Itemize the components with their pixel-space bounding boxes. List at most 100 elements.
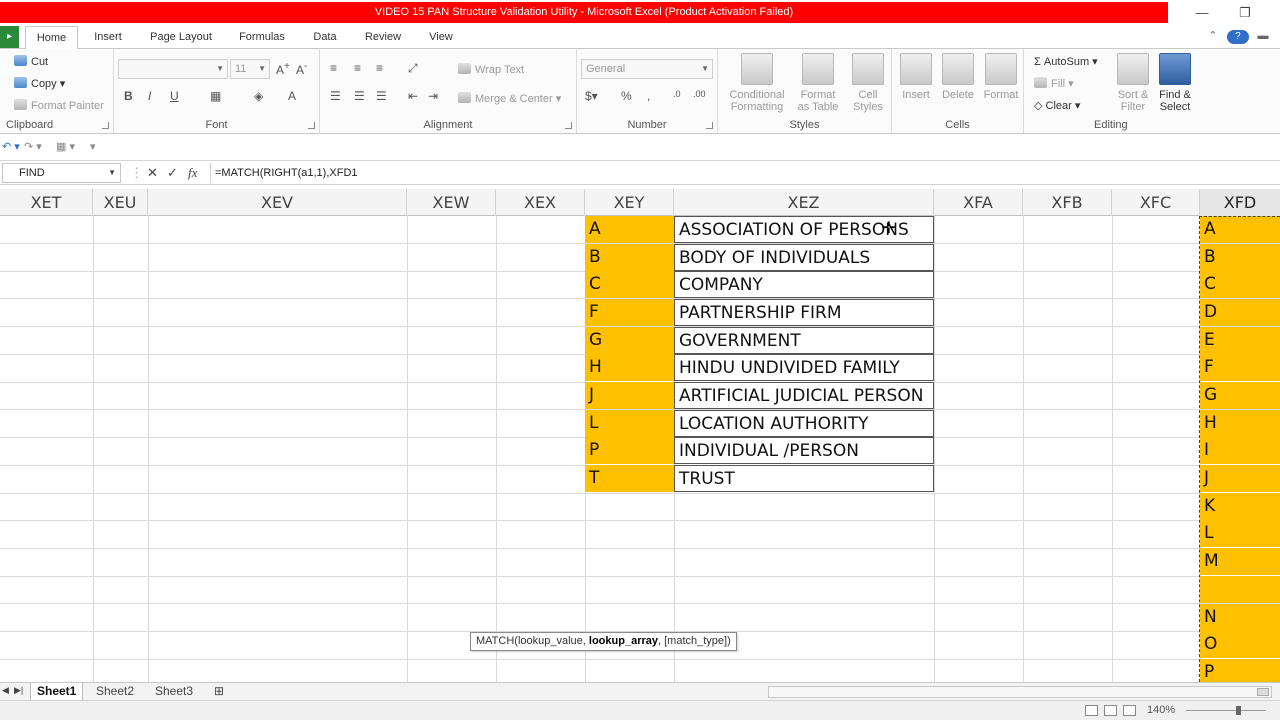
tab-file[interactable]: ▸ xyxy=(0,26,19,48)
column-header[interactable]: XEW xyxy=(407,189,496,216)
align-top-icon[interactable]: ≡ xyxy=(330,61,337,75)
pan-code-cell[interactable]: G xyxy=(585,327,674,354)
fill-button[interactable]: Fill ▾ xyxy=(1034,77,1074,90)
worksheet-grid[interactable]: A ASSOCIATION OF PERSONS B BODY OF INDIV… xyxy=(0,216,1280,682)
pan-desc-cell[interactable]: COMPANY xyxy=(674,271,934,298)
column-header[interactable]: XFB xyxy=(1023,189,1112,216)
pan-code-cell[interactable]: T xyxy=(585,465,674,492)
name-box[interactable]: FIND ▼ xyxy=(2,163,121,183)
number-launcher-icon[interactable] xyxy=(706,122,713,129)
sheet-tab-sheet2[interactable]: Sheet2 xyxy=(90,683,140,700)
customize-qat-icon[interactable]: ▾ xyxy=(90,140,96,153)
pan-code-cell[interactable]: H xyxy=(585,354,674,381)
find-select-button[interactable]: Find & Select xyxy=(1154,53,1196,113)
tab-view[interactable]: View xyxy=(419,26,463,48)
column-header[interactable]: XFA xyxy=(934,189,1023,216)
pan-code-cell[interactable]: C xyxy=(585,271,674,298)
tab-page-layout[interactable]: Page Layout xyxy=(141,26,221,48)
bold-button[interactable]: B xyxy=(124,89,133,103)
pan-desc-cell[interactable]: HINDU UNDIVIDED FAMILY xyxy=(674,354,934,381)
sheet-nav-prev-icon[interactable]: ◀ xyxy=(2,685,9,696)
align-right-icon[interactable]: ☰ xyxy=(376,89,387,103)
tooltip-current-arg[interactable]: lookup_array xyxy=(589,635,658,647)
font-launcher-icon[interactable] xyxy=(308,122,315,129)
column-header-selected[interactable]: XFD xyxy=(1200,189,1280,216)
align-left-icon[interactable]: ☰ xyxy=(330,89,341,103)
tab-formulas[interactable]: Formulas xyxy=(230,26,294,48)
column-header[interactable]: XEZ xyxy=(674,189,934,216)
format-painter-button[interactable]: Format Painter xyxy=(14,99,104,112)
zoom-level[interactable]: 140% xyxy=(1147,704,1175,716)
horizontal-scrollbar[interactable] xyxy=(768,686,1272,698)
pan-desc-cell[interactable]: PARTNERSHIP FIRM xyxy=(674,299,934,326)
tab-data[interactable]: Data xyxy=(305,26,345,48)
insert-cells-button[interactable]: Insert xyxy=(896,53,936,101)
tab-home[interactable]: Home xyxy=(25,26,78,49)
pan-code-cell[interactable]: P xyxy=(585,437,674,464)
formula-input[interactable]: =MATCH(RIGHT(a1,1),XFD1 xyxy=(210,163,1280,183)
sheet-nav-last-icon[interactable]: ▶| xyxy=(14,685,23,696)
cut-button[interactable]: Cut xyxy=(14,55,48,68)
minimize-button[interactable]: — xyxy=(1188,4,1216,22)
fill-color-icon[interactable]: ◈ xyxy=(254,89,263,103)
cell-styles-button[interactable]: Cell Styles xyxy=(846,53,890,113)
pan-code-cell[interactable]: F xyxy=(585,299,674,326)
minimize-ribbon-icon[interactable]: ⌃ xyxy=(1202,29,1224,42)
underline-button[interactable]: U xyxy=(170,89,179,103)
clipboard-launcher-icon[interactable] xyxy=(102,122,109,129)
increase-indent-icon[interactable]: ⇥ xyxy=(428,89,438,103)
format-cells-button[interactable]: Format xyxy=(980,53,1022,101)
percent-style-icon[interactable]: % xyxy=(621,89,632,103)
align-middle-icon[interactable]: ≡ xyxy=(354,61,361,75)
font-name-select[interactable]: ▼ xyxy=(118,59,228,79)
clear-button[interactable]: ◇ Clear ▾ xyxy=(1034,99,1080,112)
delete-cells-button[interactable]: Delete xyxy=(938,53,978,101)
pan-desc-cell[interactable]: GOVERNMENT xyxy=(674,327,934,354)
page-break-view-icon[interactable] xyxy=(1123,705,1136,716)
column-header[interactable]: XEY xyxy=(585,189,674,216)
scrollbar-thumb[interactable] xyxy=(1257,688,1269,696)
increase-decimal-icon[interactable]: .0 xyxy=(673,89,681,99)
close-workbook-icon[interactable]: ▬ xyxy=(1252,30,1274,42)
align-center-icon[interactable]: ☰ xyxy=(354,89,365,103)
redo-icon[interactable]: ↷ ▾ xyxy=(24,140,42,153)
borders-qat-icon[interactable]: ▦ ▾ xyxy=(56,140,75,153)
pan-code-cell[interactable]: A xyxy=(585,216,674,243)
insert-sheet-icon[interactable]: ⊞ xyxy=(208,683,230,700)
pan-desc-cell[interactable]: ARTIFICIAL JUDICIAL PERSON xyxy=(674,382,934,409)
italic-button[interactable]: I xyxy=(148,89,151,103)
align-bottom-icon[interactable]: ≡ xyxy=(376,61,383,75)
pan-desc-cell[interactable]: BODY OF INDIVIDUALS xyxy=(674,244,934,271)
sheet-tab-sheet1[interactable]: Sheet1 xyxy=(30,683,84,700)
decrease-indent-icon[interactable]: ⇤ xyxy=(408,89,418,103)
comma-style-icon[interactable]: , xyxy=(647,89,650,103)
pan-desc-cell[interactable]: TRUST xyxy=(674,465,934,492)
page-layout-view-icon[interactable] xyxy=(1104,705,1117,716)
font-color-icon[interactable]: A xyxy=(288,89,296,103)
tab-review[interactable]: Review xyxy=(356,26,410,48)
copy-button[interactable]: Copy ▾ xyxy=(14,77,65,90)
pan-desc-cell[interactable]: LOCATION AUTHORITY xyxy=(674,410,934,437)
restore-button[interactable]: ❐ xyxy=(1231,4,1259,22)
zoom-slider[interactable] xyxy=(1186,706,1266,715)
alignment-launcher-icon[interactable] xyxy=(565,122,572,129)
undo-icon[interactable]: ↶ ▾ xyxy=(2,140,20,153)
format-as-table-button[interactable]: Format as Table xyxy=(792,53,844,113)
decrease-decimal-icon[interactable]: .00 xyxy=(693,89,706,99)
borders-icon[interactable]: ▦ xyxy=(210,89,221,103)
shrink-font-icon[interactable]: A- xyxy=(296,61,307,77)
number-format-select[interactable]: General ▼ xyxy=(581,59,713,79)
pan-code-cell[interactable]: B xyxy=(585,244,674,271)
font-size-select[interactable]: 11 ▼ xyxy=(230,59,270,79)
pan-code-cell[interactable]: L xyxy=(585,410,674,437)
pan-desc-cell[interactable]: INDIVIDUAL /PERSON xyxy=(674,437,934,464)
column-header[interactable]: XET xyxy=(0,189,93,216)
normal-view-icon[interactable] xyxy=(1085,705,1098,716)
tab-insert[interactable]: Insert xyxy=(84,26,132,48)
column-header[interactable]: XEV xyxy=(148,189,407,216)
enter-edit-icon[interactable]: ✓ xyxy=(167,165,178,181)
wrap-text-button[interactable]: Wrap Text xyxy=(458,63,524,76)
sheet-tab-sheet3[interactable]: Sheet3 xyxy=(149,683,199,700)
column-header[interactable]: XFC xyxy=(1112,189,1200,216)
orientation-icon[interactable]: ⤢ xyxy=(408,61,418,76)
